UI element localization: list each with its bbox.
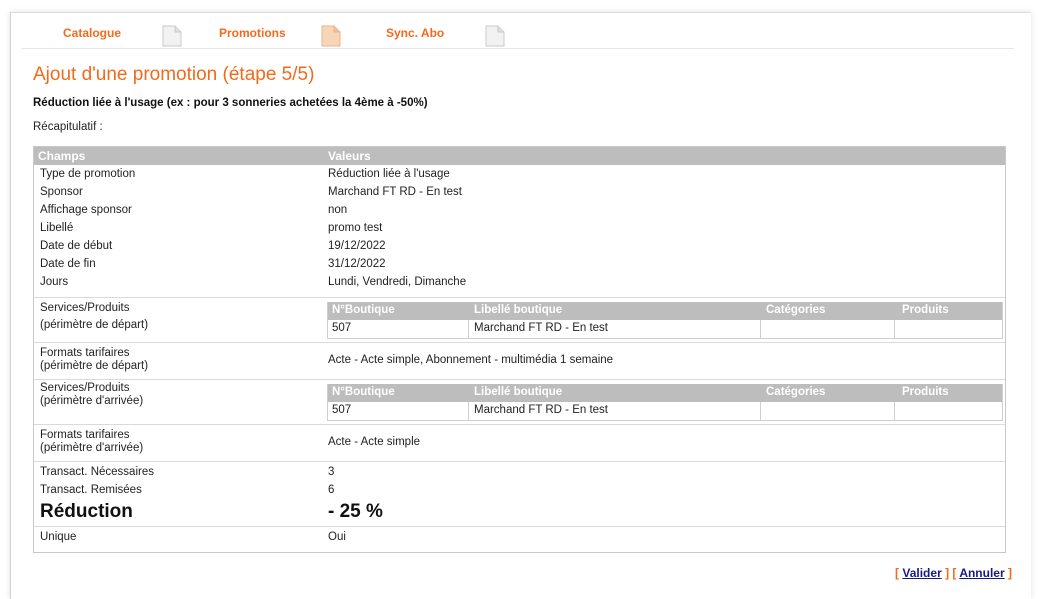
col-libelle: Libellé boutique (474, 386, 563, 398)
field-value: Lundi, Vendredi, Dimanche (328, 276, 467, 288)
col-categories: Catégories (766, 304, 826, 316)
field-value: 31/12/2022 (328, 258, 386, 270)
field-value: 3 (328, 466, 335, 478)
cell-divider (760, 402, 761, 420)
bracket: [ (952, 566, 957, 580)
tab-promotions[interactable]: Promotions (219, 20, 286, 46)
boutique-table-header: N°Boutique Libellé boutique Catégories P… (328, 384, 1002, 402)
tab-sync-abo[interactable]: Sync. Abo (386, 20, 444, 46)
cell-boutique: 507 (332, 322, 352, 334)
unique-row: Unique Oui (34, 526, 1005, 549)
cell-libelle: Marchand FT RD - En test (474, 322, 608, 334)
cell-boutique: 507 (332, 404, 352, 416)
bracket: [ (895, 566, 900, 580)
field-label: Formats tarifaires (40, 429, 130, 441)
field-label: Services/Produits (40, 382, 130, 394)
cell-divider (894, 320, 895, 338)
field-label: Sponsor (40, 186, 83, 198)
col-libelle: Libellé boutique (474, 304, 563, 316)
field-value: non (328, 204, 348, 216)
field-label: (périmètre de départ) (40, 360, 149, 372)
field-value: Acte - Acte simple, Abonnement - multimé… (328, 354, 614, 366)
recap-label: Récapitulatif : (33, 121, 103, 133)
cell-libelle: Marchand FT RD - En test (474, 404, 608, 416)
services-arrivee-row: Services/Produits (périmètre d'arrivée) … (34, 379, 1005, 424)
document-icon-active (321, 25, 341, 47)
header-valeurs: Valeurs (328, 149, 371, 163)
reduction-value: - 25 % (328, 501, 383, 522)
field-label: Formats tarifaires (40, 347, 130, 359)
field-label: Services/Produits (40, 302, 130, 314)
field-label: Transact. Nécessaires (40, 466, 154, 478)
page-subtitle: Réduction liée à l'usage (ex : pour 3 so… (33, 97, 428, 109)
field-label: Unique (40, 531, 77, 543)
col-boutique: N°Boutique (332, 386, 395, 398)
transactions-block: Transact. Nécessaires 3 Transact. Remisé… (34, 461, 1005, 526)
field-value: Réduction liée à l'usage (328, 168, 450, 180)
field-label: (périmètre d'arrivée) (40, 395, 144, 407)
tab-catalogue[interactable]: Catalogue (63, 20, 121, 46)
document-icon (162, 25, 182, 47)
field-label: (périmètre de départ) (40, 319, 149, 331)
table-row: 507 Marchand FT RD - En test (328, 320, 1002, 338)
cell-divider (894, 402, 895, 420)
col-produits: Produits (902, 304, 949, 316)
bracket: ] (1008, 566, 1012, 580)
boutique-table-header: N°Boutique Libellé boutique Catégories P… (328, 302, 1002, 320)
field-value: Acte - Acte simple (328, 436, 421, 448)
validate-link[interactable]: Valider (902, 566, 941, 580)
col-categories: Catégories (766, 386, 826, 398)
field-label: Libellé (40, 222, 74, 234)
field-label: (périmètre d'arrivée) (40, 442, 144, 454)
page-title: Ajout d'une promotion (étape 5/5) (33, 64, 315, 85)
field-label: Date de fin (40, 258, 96, 270)
cancel-link[interactable]: Annuler (959, 566, 1004, 580)
summary-table: Champs Valeurs Type de promotion Réducti… (33, 146, 1006, 553)
field-value: Oui (328, 531, 346, 543)
header-champs: Champs (38, 149, 86, 163)
field-label: Date de début (40, 240, 113, 252)
bracket: ] (945, 566, 950, 580)
table-header: Champs Valeurs (34, 147, 1005, 165)
cell-divider (468, 402, 469, 420)
tab-divider (22, 48, 1014, 49)
col-produits: Produits (902, 386, 949, 398)
cell-divider (468, 320, 469, 338)
field-value: Marchand FT RD - En test (328, 186, 462, 198)
field-value: promo test (328, 222, 383, 234)
field-label: Affichage sponsor (40, 204, 132, 216)
reduction-label: Réduction (40, 501, 133, 522)
document-icon (485, 25, 505, 47)
basic-fields: Type de promotion Réduction liée à l'usa… (34, 165, 1005, 297)
formats-depart-row: Formats tarifaires (périmètre de départ)… (34, 342, 1005, 379)
field-value: 19/12/2022 (328, 240, 386, 252)
services-depart-row: Services/Produits (périmètre de départ) … (34, 297, 1005, 342)
boutique-table: N°Boutique Libellé boutique Catégories P… (327, 302, 1003, 339)
field-label: Transact. Remisées (40, 484, 142, 496)
formats-arrivee-row: Formats tarifaires (périmètre d'arrivée)… (34, 424, 1005, 461)
form-actions: [ Valider ] [ Annuler ] (895, 566, 1012, 580)
cell-divider (760, 320, 761, 338)
field-label: Type de promotion (40, 168, 136, 180)
boutique-table: N°Boutique Libellé boutique Catégories P… (327, 384, 1003, 421)
field-value: 6 (328, 484, 335, 496)
table-row: 507 Marchand FT RD - En test (328, 402, 1002, 420)
col-boutique: N°Boutique (332, 304, 395, 316)
field-label: Jours (40, 276, 69, 288)
